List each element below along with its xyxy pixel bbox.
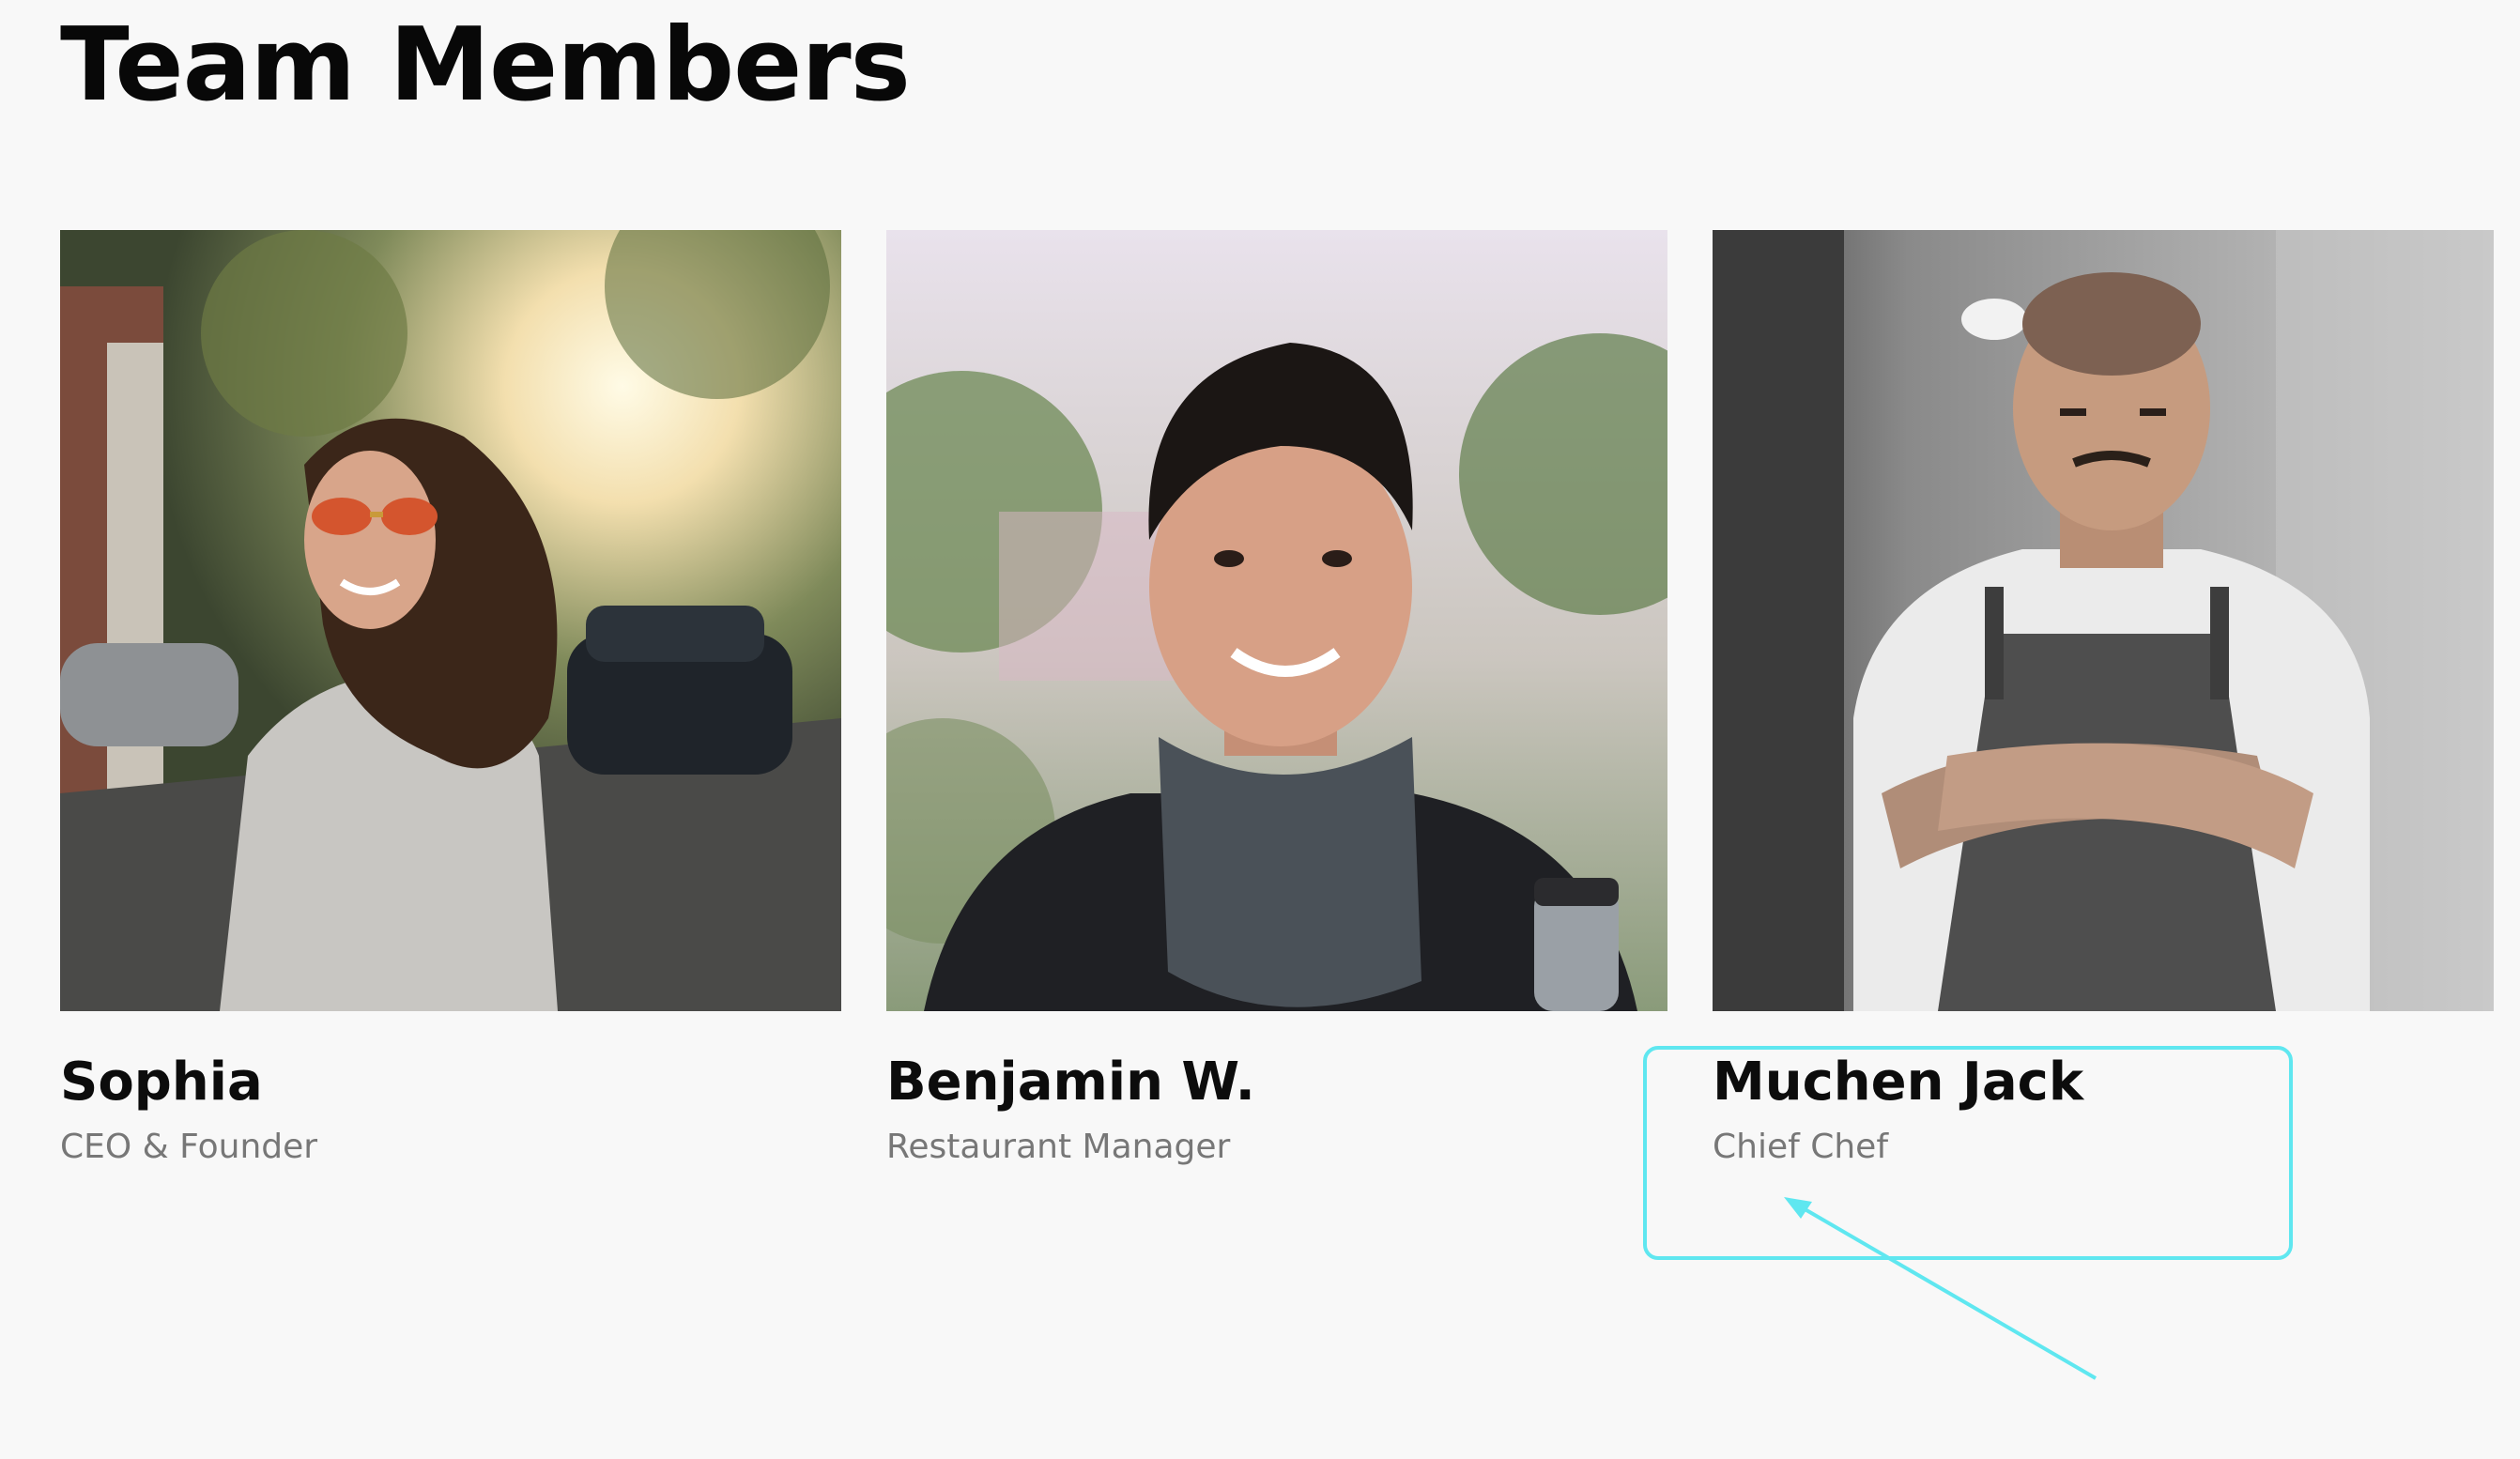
- man-scarf-photo: [886, 230, 1667, 1011]
- member-photo[interactable]: [1713, 230, 2494, 1011]
- member-role: CEO & Founder: [60, 1128, 318, 1166]
- member-photo[interactable]: [60, 230, 841, 1011]
- member-name[interactable]: Benjamin W.: [886, 1051, 1667, 1114]
- team-member-card-sophia[interactable]: Sophia CEO & Founder: [60, 230, 841, 1169]
- woman-sunglasses-photo: [60, 230, 841, 1011]
- team-member-card-benjamin[interactable]: Benjamin W. Restaurant Manager: [886, 230, 1667, 1169]
- member-photo[interactable]: [886, 230, 1667, 1011]
- chef-apron-photo: [1713, 230, 2494, 1011]
- page-title: Team Members: [60, 7, 911, 124]
- team-page: Team Members Sophia CEO & Founder Benjam…: [0, 0, 2520, 1459]
- team-member-card-muchen[interactable]: Muchen Jack Chief Chef: [1713, 230, 2494, 1169]
- member-name[interactable]: Sophia: [60, 1051, 841, 1114]
- member-role: Restaurant Manager: [886, 1128, 1231, 1166]
- annotation-highlight-box: [1643, 1046, 2293, 1260]
